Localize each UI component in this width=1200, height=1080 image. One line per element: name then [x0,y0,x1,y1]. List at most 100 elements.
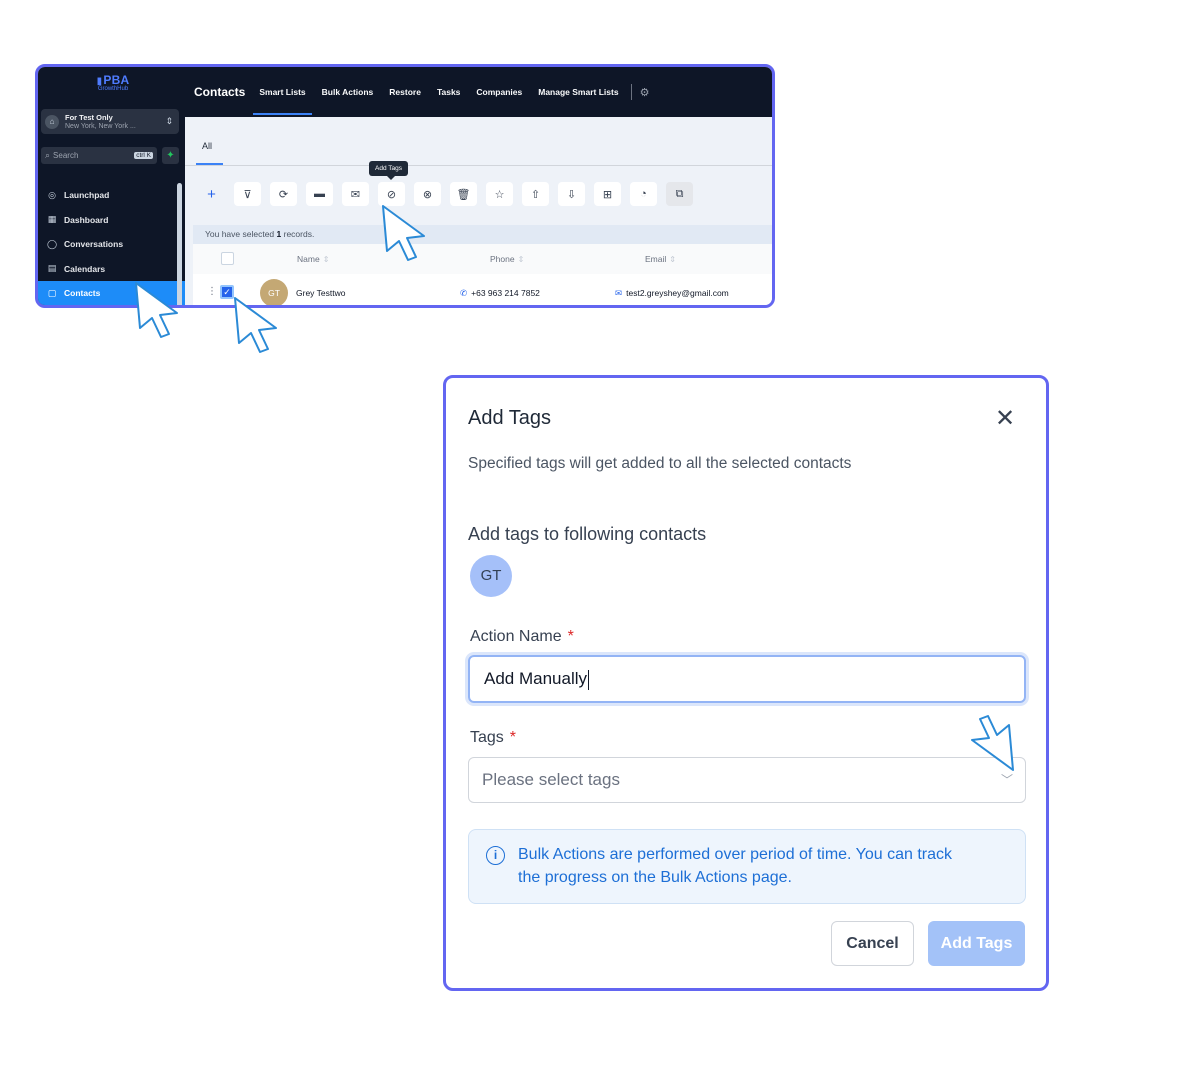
plus-icon[interactable]: + [198,182,225,206]
selection-suffix: records. [281,229,315,239]
phone-value: +63 963 214 7852 [471,288,540,298]
building-icon: ⌂ [45,114,59,129]
tab-manage-smart-lists[interactable]: Manage Smart Lists [538,67,618,117]
divider [630,84,632,100]
column-email[interactable]: Email ⇕ [645,254,676,264]
selection-banner: You have selected 1 records. [193,225,772,244]
cursor-arrow-icon [234,297,277,353]
select-placeholder: Please select tags [482,770,620,789]
contacts-subtitle: Add tags to following contacts [468,524,707,544]
sidebar-item-conversations[interactable]: ◯ Conversations [38,232,185,257]
contacts-icon: ▢ [47,287,57,298]
column-phone[interactable]: Phone ⇕ [490,254,524,264]
quick-action-bolt-icon[interactable]: ✦ [162,147,179,164]
sidebar-search[interactable]: ⌕ Search ctrl K [41,147,157,164]
tags-select[interactable]: Please select tags ﹀ [468,757,1026,803]
gear-icon[interactable]: ⚙ [640,86,650,99]
sort-icon: ⇕ [669,255,676,264]
add-tags-button[interactable]: Add Tags [928,921,1025,966]
import-icon[interactable]: ⇩ [558,182,585,206]
sort-icon: ⇕ [322,255,330,264]
sms-icon[interactable]: ▬ [306,182,333,206]
logo: ▮PBA GrowthHub [90,73,136,92]
calendar-icon: ▤ [47,263,57,274]
column-name[interactable]: Name ⇕ [297,254,329,264]
sidebar: ▮PBA GrowthHub ⌂ For Test Only New York,… [38,67,185,305]
add-tags-tooltip: Add Tags [369,161,408,180]
mail-icon: ✉ [615,288,623,298]
required-mark: * [567,628,574,645]
contact-email[interactable]: ✉ test2.greyshey@gmail.com [615,288,729,299]
tab-companies[interactable]: Companies [476,67,522,117]
info-alert: i Bulk Actions are performed over period… [468,829,1026,904]
sidebar-item-label: Calendars [64,263,106,274]
selection-text: You have selected [205,229,277,239]
bulk-toolbar: + ⊽ ⟳ ▬ ✉ ⊘ ⊗ 🗑 ☆ ⇧ ⇩ ⊞ ◔ ⧉ [198,182,702,206]
select-all-checkbox[interactable] [221,252,234,265]
chevron-updown-icon: ⇕ [165,116,173,126]
sidebar-item-dashboard[interactable]: ▦ Dashboard [38,208,185,233]
cursor-arrow-icon [135,282,178,338]
cursor-arrow-icon [971,715,1014,771]
drag-handle-icon[interactable]: ⋮ [207,286,217,297]
sidebar-item-launchpad[interactable]: ◎ Launchpad [38,183,185,208]
cursor-arrow-icon [382,205,425,261]
top-nav: Contacts Smart Lists Bulk Actions Restor… [185,67,772,117]
tab-tasks[interactable]: Tasks [437,67,460,117]
column-label: Name [297,254,320,264]
filter-icon[interactable]: ⊽ [234,182,261,206]
table-header: Name ⇕ Phone ⇕ Email ⇕ [193,244,772,274]
account-location: New York, New York ... [65,122,136,130]
list-tabs: All [185,117,772,167]
export-icon[interactable]: ⇧ [522,182,549,206]
divider [185,165,772,166]
rocket-icon: ◎ [48,189,56,200]
input-value: Add Manually [484,669,588,688]
email-icon[interactable]: ✉ [342,182,369,206]
duplicate-icon[interactable]: ⧉ [666,182,693,206]
tags-label: Tags * [470,729,516,747]
search-placeholder: Search [53,151,79,160]
contact-name[interactable]: Grey Testtwo [296,288,345,298]
column-label: Phone [490,254,515,264]
email-value: test2.greyshey@gmail.com [626,288,729,298]
logo-text: PBA [103,73,130,87]
page-title: Contacts [194,85,246,99]
delete-icon[interactable]: 🗑 [450,182,477,206]
whatsapp-icon[interactable]: ◔ [630,182,657,206]
app-screenshot: ▮PBA GrowthHub ⌂ For Test Only New York,… [35,64,775,308]
merge-icon[interactable]: ⊞ [594,182,621,206]
sidebar-item-calendars[interactable]: ▤ Calendars [38,257,185,282]
account-name: For Test Only [65,112,113,122]
cancel-button[interactable]: Cancel [831,921,914,966]
sidebar-item-label: Launchpad [64,190,110,201]
tab-restore[interactable]: Restore [389,67,421,117]
account-switcher[interactable]: ⌂ For Test Only New York, New York ... ⇕ [41,109,179,134]
info-line: Bulk Actions are performed over period o… [518,846,953,863]
info-icon: i [486,846,505,865]
column-label: Email [645,254,667,264]
sidebar-item-label: Dashboard [64,214,109,225]
close-icon[interactable]: ✕ [995,407,1015,431]
label-text: Action Name [470,628,562,645]
automation-icon[interactable]: ⟳ [270,182,297,206]
sidebar-item-label: Conversations [64,239,124,250]
tab-smart-lists[interactable]: Smart Lists [253,67,312,117]
modal-description: Specified tags will get added to all the… [468,455,852,472]
dashboard-icon: ▦ [47,214,57,225]
tab-bulk-actions[interactable]: Bulk Actions [322,67,374,117]
chat-icon: ◯ [46,238,58,249]
contact-phone[interactable]: ✆ +63 963 214 7852 [460,288,540,299]
sort-icon: ⇕ [517,255,525,264]
info-line: the progress on the Bulk Actions page. [518,868,792,886]
tab-all[interactable]: All [202,141,212,151]
action-name-label: Action Name * [470,628,574,646]
phone-icon: ✆ [460,288,468,298]
sidebar-item-label: Contacts [64,288,101,299]
search-icon: ⌕ [45,150,51,160]
star-icon[interactable]: ☆ [486,182,513,206]
label-text: Tags [470,729,504,746]
modal-title: Add Tags [468,407,552,429]
action-name-input[interactable]: Add Manually [468,655,1026,703]
avatar: GT [470,555,512,597]
